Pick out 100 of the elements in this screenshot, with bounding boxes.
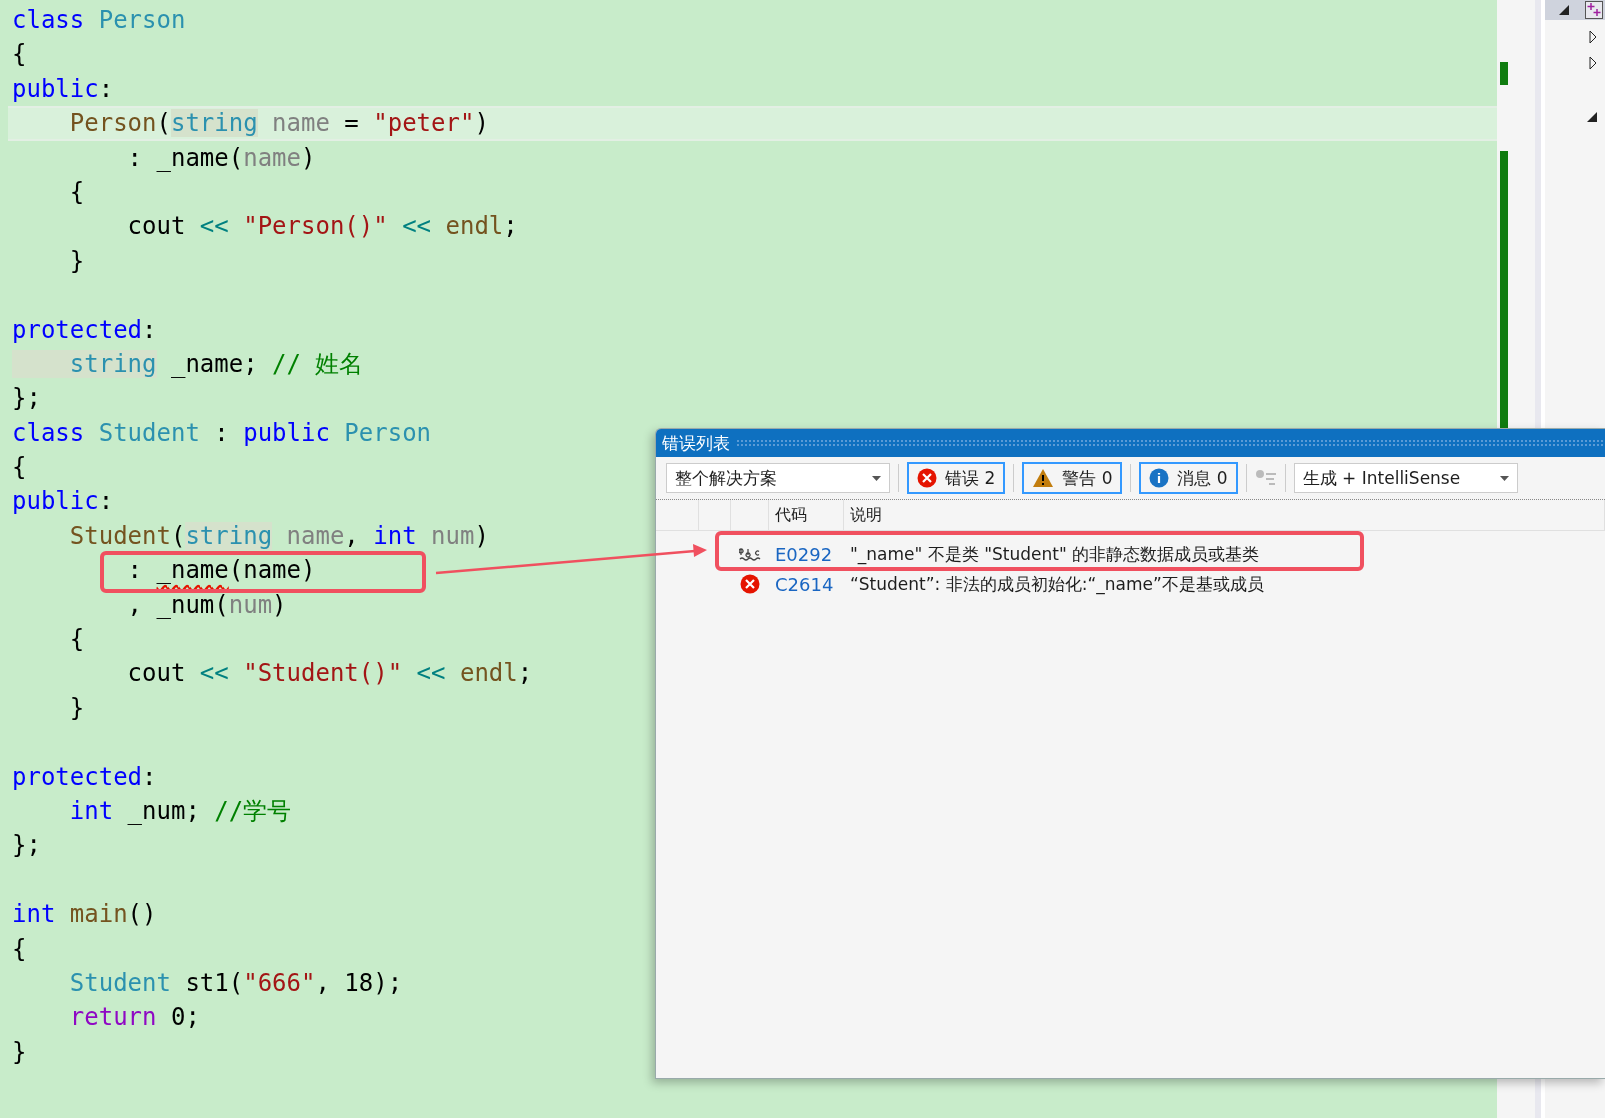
code-token: <<	[199, 212, 229, 241]
code-token: <<	[401, 212, 432, 241]
column-header[interactable]: 代码	[769, 500, 844, 530]
caret-icon	[1499, 475, 1509, 481]
error-description: “Student”: 非法的成员初始化:“_name”不是基或成员	[849, 572, 1265, 596]
code-token: st1(	[184, 968, 244, 997]
code-token: name	[243, 143, 301, 172]
code-token: }	[12, 1037, 27, 1066]
code-token: public	[12, 487, 99, 516]
code-token: ;	[517, 659, 533, 688]
code-token: Person	[97, 6, 186, 34]
column-header[interactable]: 说明	[844, 500, 1605, 530]
code-token: int	[12, 900, 56, 929]
code-token: endl	[458, 659, 518, 688]
code-token: :	[98, 74, 114, 103]
code-token: <<	[415, 659, 446, 688]
code-token: "666"	[243, 968, 316, 997]
code-token: <<	[199, 659, 229, 688]
code-token: public	[243, 418, 330, 447]
code-token: class	[12, 418, 85, 447]
caret-icon	[872, 475, 881, 481]
filter-button[interactable]: 警告 0	[1022, 462, 1123, 494]
code-token: "Person()"	[242, 212, 388, 241]
window-title: 错误列表	[662, 431, 730, 455]
code-token: class	[12, 6, 85, 34]
code-token: public	[12, 74, 99, 103]
code-token: Person	[343, 418, 432, 447]
code-token: )	[272, 590, 287, 619]
error-icon	[740, 574, 760, 594]
code-token: :	[142, 762, 157, 791]
code-token: =	[343, 109, 360, 138]
scope-dropdown[interactable]: 整个解决方案	[666, 463, 890, 493]
error-squiggle-text: _name	[156, 556, 229, 585]
add-icon[interactable]	[1585, 1, 1603, 19]
code-token: protected	[12, 315, 143, 344]
code-token: name	[285, 521, 345, 550]
info-icon	[1149, 468, 1170, 488]
code-token: }	[68, 693, 85, 722]
filter-button[interactable]: 错误 2	[907, 462, 1006, 494]
expand-arrow-icon[interactable]	[1589, 56, 1597, 70]
collapse-arrow-icon[interactable]	[1587, 112, 1597, 122]
code-token: {	[12, 40, 27, 69]
code-token: };	[12, 384, 41, 413]
code-token: endl	[444, 212, 504, 241]
code-token: num	[430, 521, 475, 550]
expand-arrow-icon[interactable]	[1589, 30, 1597, 44]
code-token: Student	[97, 418, 200, 447]
triangle-icon	[1559, 5, 1569, 15]
code-token: (name)	[228, 556, 316, 585]
filter-button[interactable]: 消息 0	[1139, 462, 1238, 494]
code-token: (	[170, 521, 186, 550]
code-token: Student	[68, 968, 171, 997]
code-token: {	[12, 934, 27, 963]
code-token: int	[373, 521, 417, 550]
code-token: )	[474, 521, 489, 550]
code-token: :	[98, 487, 114, 516]
code-token: , 18);	[315, 968, 403, 997]
code-token: Person	[68, 109, 157, 138]
code-token: "peter"	[373, 109, 475, 138]
code-token: :	[142, 315, 157, 344]
code-token: };	[12, 831, 41, 860]
code-token: name	[271, 109, 330, 138]
code-token: (	[156, 109, 171, 138]
code-token: )	[301, 143, 316, 172]
code-token: 0;	[169, 1003, 200, 1032]
source-dropdown[interactable]: 生成 + IntelliSense	[1293, 463, 1518, 493]
code-token: protected	[12, 762, 143, 791]
code-token: _name;	[169, 349, 259, 378]
error-code-link[interactable]: E0292	[769, 543, 844, 565]
code-token: ;	[503, 212, 518, 241]
code-token: ()	[127, 900, 157, 929]
code-token: {	[12, 453, 27, 482]
code-token: Student	[68, 521, 171, 550]
code-token: main	[68, 900, 128, 929]
code-token: :	[126, 556, 144, 585]
code-token: // 姓名	[272, 349, 364, 378]
spelling-squiggle-icon	[739, 547, 761, 561]
code-token: : _name(	[126, 143, 244, 172]
code-token: //学号	[214, 797, 292, 825]
code-token: )	[474, 109, 489, 138]
code-token: {	[68, 625, 85, 654]
warning-icon	[1032, 468, 1055, 488]
code-token: :	[213, 418, 230, 447]
code-token: cout	[126, 659, 187, 688]
code-token: cout	[126, 212, 187, 241]
code-token: string	[12, 349, 157, 378]
error-code-link[interactable]: C2614	[769, 573, 844, 595]
code-token: string	[170, 109, 258, 138]
code-token: "Student()"	[242, 659, 403, 688]
code-token: , _num(	[126, 590, 229, 619]
error-icon	[917, 468, 937, 488]
code-token: {	[68, 177, 85, 206]
change-bar	[1500, 62, 1508, 85]
code-token: _num;	[126, 797, 201, 825]
error-description: "_name" 不是类 "Student" 的非静态数据成员或基类	[849, 542, 1261, 566]
code-token: return	[68, 1003, 157, 1032]
code-token: int	[68, 797, 114, 825]
code-token: ,	[344, 521, 360, 550]
code-token: string	[185, 521, 273, 550]
code-token: num	[228, 590, 273, 619]
